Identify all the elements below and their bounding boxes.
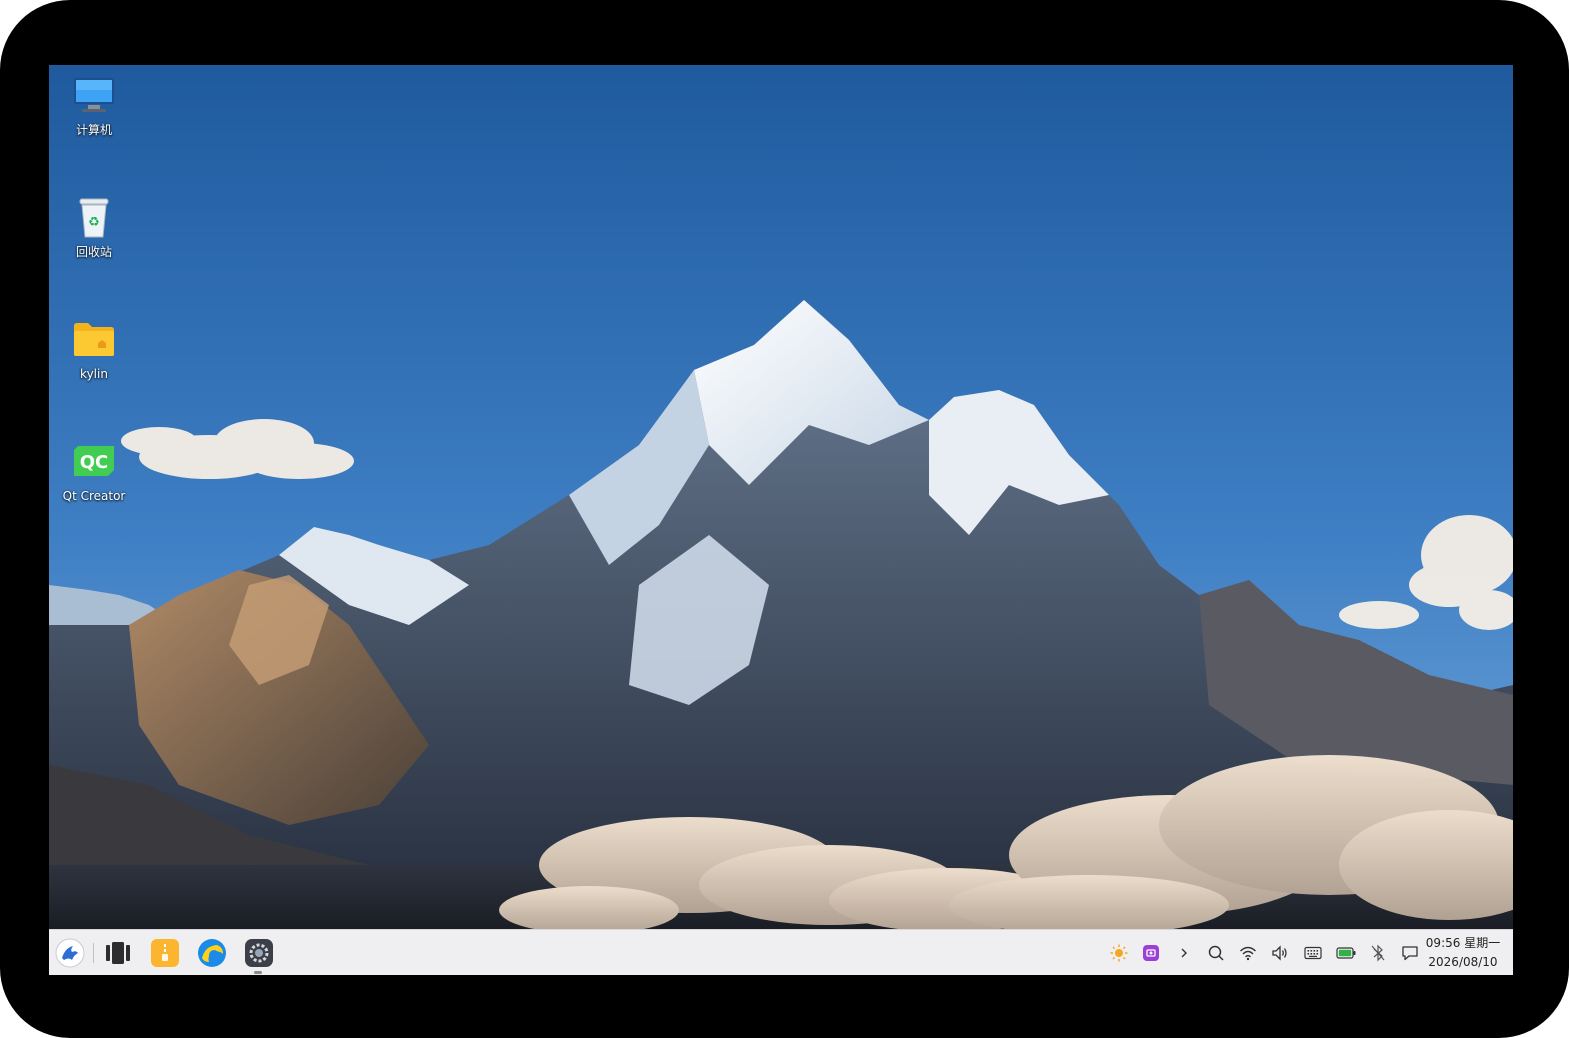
desktop-icon-label: Qt Creator [62, 489, 126, 503]
desktop-icon-label: kylin [80, 367, 108, 381]
svg-text:QC: QC [80, 452, 109, 473]
computer-icon [70, 71, 118, 119]
kylin-start-icon [55, 938, 85, 968]
start-menu-button[interactable] [54, 937, 86, 969]
desktop-icon-label: 回收站 [75, 245, 112, 259]
svg-text:♻: ♻ [88, 215, 100, 230]
desktop-icon-trash[interactable]: ♻ 回收站 [53, 187, 135, 269]
search-icon [1208, 945, 1224, 961]
notification-button[interactable] [1398, 941, 1422, 965]
clock[interactable]: 09:56 星期一 2026/08/10 [1421, 934, 1505, 972]
volume-button[interactable] [1268, 941, 1292, 965]
expand-tray-icon [1181, 948, 1187, 958]
desktop-wallpaper [49, 65, 1513, 929]
desktop-icon-qt-creator[interactable]: QC Qt Creator [53, 431, 135, 513]
desktop-icon-label: 计算机 [75, 123, 112, 137]
expand-tray-button[interactable] [1172, 941, 1196, 965]
battery-button[interactable] [1334, 941, 1358, 965]
brightness-icon [1110, 944, 1128, 962]
taskbar-divider [93, 943, 94, 963]
volume-icon [1272, 945, 1287, 961]
bluetooth-button[interactable] [1366, 941, 1390, 965]
search-button[interactable] [1204, 941, 1228, 965]
desktop-screen: 计算机 ♻ 回收站 kylin QC Qt Creator 09:56 星期一 … [49, 65, 1513, 975]
keyboard-icon [1304, 946, 1322, 960]
browser-icon [198, 939, 226, 967]
multitask-view-button[interactable] [102, 937, 134, 969]
wifi-icon [1240, 946, 1256, 961]
keyboard-button[interactable] [1301, 941, 1325, 965]
desktop-icon-computer[interactable]: 计算机 [53, 65, 135, 147]
notification-icon [1402, 946, 1418, 961]
wifi-button[interactable] [1236, 941, 1260, 965]
clock-date: 2026/08/10 [1428, 955, 1498, 969]
file-manager-button[interactable] [149, 937, 181, 969]
brightness-button[interactable] [1107, 941, 1131, 965]
running-indicator [254, 971, 262, 974]
clock-time-day: 09:56 星期一 [1425, 936, 1501, 950]
screenshot-app-button[interactable] [1139, 941, 1163, 965]
trash-icon: ♻ [70, 193, 118, 241]
desktop-icon-home-folder[interactable]: kylin [53, 309, 135, 391]
qt-creator-icon: QC [70, 437, 118, 485]
home-folder-icon [70, 315, 118, 363]
multitask-view-icon [106, 942, 130, 964]
settings-icon [245, 939, 273, 967]
browser-button[interactable] [196, 937, 228, 969]
device-bezel: 计算机 ♻ 回收站 kylin QC Qt Creator 09:56 星期一 … [0, 0, 1569, 1038]
taskbar: 09:56 星期一 2026/08/10 [49, 929, 1513, 975]
file-manager-icon [151, 939, 179, 967]
bluetooth-off-icon [1371, 944, 1385, 962]
settings-button[interactable] [243, 937, 275, 969]
screenshot-app-icon [1143, 945, 1159, 961]
battery-icon [1336, 947, 1356, 959]
